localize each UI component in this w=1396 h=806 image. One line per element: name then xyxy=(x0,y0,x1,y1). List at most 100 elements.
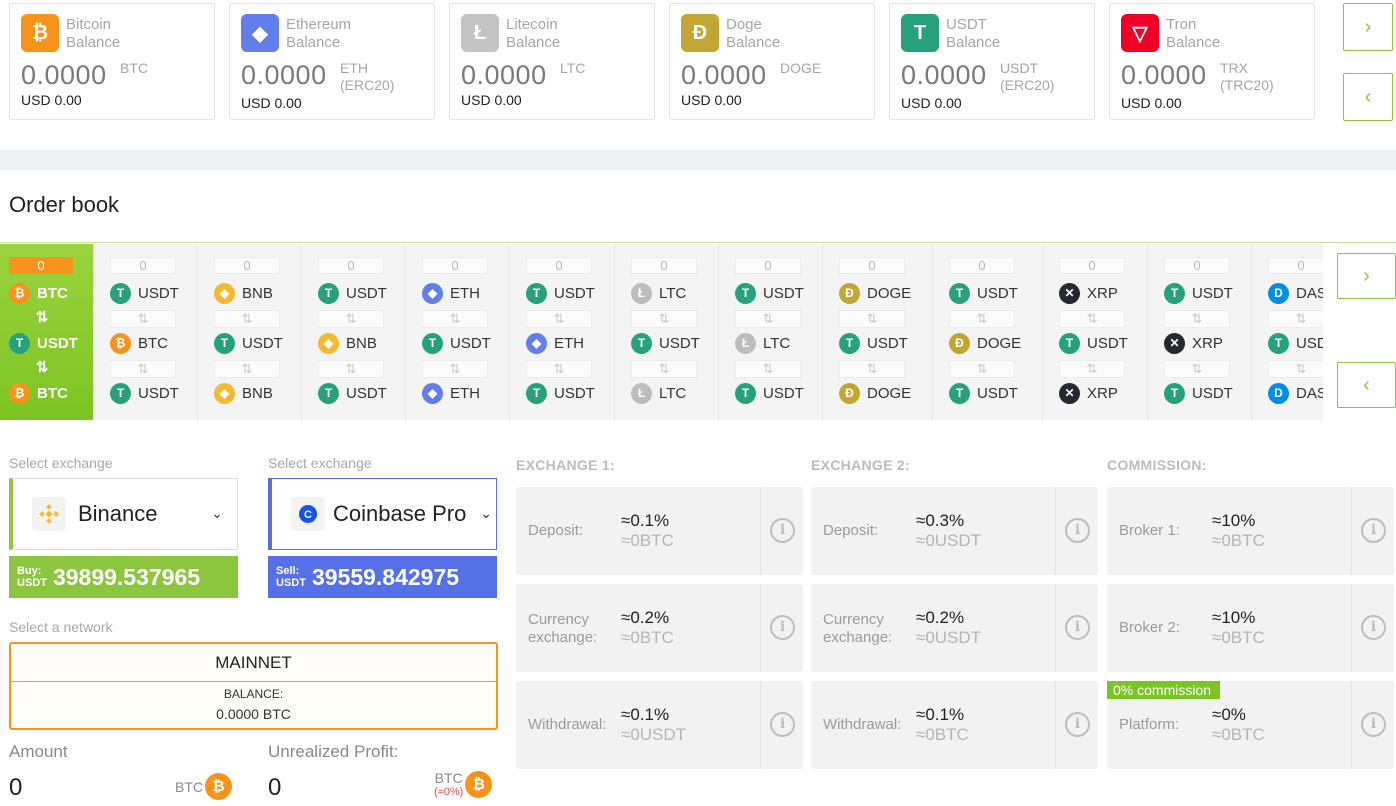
unit-symbol: ETH xyxy=(340,60,368,76)
balance-card-title: Doge Balance xyxy=(726,16,780,52)
pair-coin-top: ₿ BTC xyxy=(9,282,68,304)
coin-symbol: BTC xyxy=(37,284,68,302)
balance-card-doge[interactable]: Ð Doge Balance 0.0000 DOGE USD 0.00 xyxy=(669,3,875,120)
doge-icon: Ð xyxy=(839,382,860,404)
fee-card: Broker 2: ≈10% ≈0BTC i xyxy=(1107,584,1394,672)
orderbook-pair-usdt-ltc[interactable]: 0 T USDT Ł LTC T USDT ⇅ ⇅ xyxy=(718,244,822,420)
fee-amount: ≈0BTC xyxy=(621,628,674,647)
pair-count: 0 xyxy=(631,257,697,274)
fee-card: Currency exchange: ≈0.2% ≈0USDT i xyxy=(811,584,1098,672)
orderbook-pair-eth-usdt[interactable]: 0 ◆ ETH T USDT ◆ ETH ⇅ ⇅ xyxy=(405,244,509,420)
info-icon[interactable]: i xyxy=(1065,615,1090,640)
fee-divider xyxy=(760,681,761,769)
orderbook-pair-usdt-btc[interactable]: 0 T USDT ₿ BTC T USDT ⇅ ⇅ xyxy=(93,244,197,420)
info-icon[interactable]: i xyxy=(770,518,795,543)
balance-card-usdt[interactable]: T USDT Balance 0.0000 USDT (ERC20) USD 0.00 xyxy=(889,3,1095,120)
orderbook-pair-usdt-doge[interactable]: 0 T USDT Ð DOGE T USDT ⇅ ⇅ xyxy=(932,244,1042,420)
bnb-icon: ◈ xyxy=(214,382,235,404)
swap-arrows-icon: ⇅ xyxy=(214,310,280,328)
fee-divider xyxy=(1351,584,1352,672)
coin-name: Litecoin xyxy=(506,16,558,33)
swap-arrows-icon: ⇅ xyxy=(1059,360,1125,378)
orderbook-next-button[interactable]: › xyxy=(1337,253,1396,299)
balances-prev-button[interactable]: ‹ xyxy=(1343,73,1393,121)
usdt-icon: T xyxy=(318,282,339,304)
balance-card-ltc[interactable]: Ł Litecoin Balance 0.0000 LTC USD 0.00 xyxy=(449,3,655,120)
unrealized-profit-value: 0 xyxy=(268,774,282,801)
unit-symbol: TRX xyxy=(1220,60,1248,76)
balance-card-eth[interactable]: ◆ Ethereum Balance 0.0000 ETH (ERC20) USD 0.00 xyxy=(229,3,435,120)
fee-label-line: Deposit: xyxy=(528,522,584,539)
pair-coin-top: T USDT xyxy=(318,282,387,304)
pair-coin-bottom: T USDT xyxy=(735,382,804,404)
amount-input[interactable]: 0 xyxy=(9,774,22,802)
fee-card: 0% commission Platform: ≈0% ≈0BTC i xyxy=(1107,681,1394,769)
coin-symbol: XRP xyxy=(1192,334,1223,352)
balance-usd: USD 0.00 xyxy=(21,92,82,108)
pair-coin-top: T USDT xyxy=(735,282,804,304)
coin-symbol: DOGE xyxy=(867,384,912,402)
orderbook-pair-bnb-usdt[interactable]: 0 ◈ BNB T USDT ◈ BNB ⇅ ⇅ xyxy=(197,244,301,420)
swap-arrows-icon: ⇅ xyxy=(1164,360,1230,378)
swap-arrows-icon: ⇅ xyxy=(1268,310,1323,328)
usdt-icon: T xyxy=(110,282,131,304)
coin-symbol: USDT xyxy=(659,334,700,352)
orderbook-divider xyxy=(0,242,1396,243)
fee-amount: ≈0BTC xyxy=(621,531,674,550)
usdt-icon: T xyxy=(110,382,131,404)
orderbook-prev-button[interactable]: ‹ xyxy=(1337,362,1396,408)
balance-card-trx[interactable]: ▽ Tron Balance 0.0000 TRX (TRC20) USD 0.00 xyxy=(1109,3,1315,120)
usdt-icon: T xyxy=(1059,332,1080,354)
info-icon[interactable]: i xyxy=(1361,712,1386,737)
exchange-1-select[interactable]: Binance ⌄ xyxy=(9,478,238,550)
exchange-2-select[interactable]: C Coinbase Pro ⌄ xyxy=(268,478,497,550)
fee-card: Deposit: ≈0.1% ≈0BTC i xyxy=(516,487,803,575)
fee-percent: ≈10% xyxy=(1212,511,1256,530)
unit-network: (TRC20) xyxy=(1220,77,1274,93)
orderbook-pair-usdt-eth[interactable]: 0 T USDT ◆ ETH T USDT ⇅ ⇅ xyxy=(509,244,614,420)
usdt-icon: T xyxy=(214,332,235,354)
network-select[interactable]: MAINNET BALANCE: 0.0000 BTC xyxy=(9,642,498,730)
sell-price-value: 39559.842975 xyxy=(311,563,460,590)
balance-unit: TRX (TRC20) xyxy=(1220,60,1274,94)
pair-count: 0 xyxy=(949,257,1015,274)
usdt-icon: T xyxy=(735,382,756,404)
fee-card: Withdrawal: ≈0.1% ≈0BTC i xyxy=(811,681,1098,769)
balance-card-title: Tron Balance xyxy=(1166,16,1220,52)
usdt-icon: T xyxy=(735,282,756,304)
info-icon[interactable]: i xyxy=(1361,518,1386,543)
orderbook-pair-usdt-bnb[interactable]: 0 T USDT ◈ BNB T USDT ⇅ ⇅ xyxy=(301,244,405,420)
doge-icon: Ð xyxy=(839,282,860,304)
info-icon[interactable]: i xyxy=(770,615,795,640)
info-icon[interactable]: i xyxy=(1065,518,1090,543)
coin-symbol: ETH xyxy=(450,284,480,302)
pair-coin-bottom: ₿ BTC xyxy=(9,382,68,404)
orderbook-pair-btc-usdt[interactable]: 0 ₿ BTC T USDT ₿ BTC ⇅ ⇅ xyxy=(0,244,93,420)
sell-currency-label: USDT xyxy=(276,577,306,589)
orderbook-pair-doge-usdt[interactable]: 0 Ð DOGE T USDT Ð DOGE ⇅ ⇅ xyxy=(822,244,932,420)
sell-label: Sell: xyxy=(276,565,300,577)
info-icon[interactable]: i xyxy=(770,712,795,737)
usdt-icon: T xyxy=(1164,282,1185,304)
orderbook-pair-dash-usdt[interactable]: 0 D DASH T USDT D DASH ⇅ ⇅ xyxy=(1251,244,1323,420)
orderbook-pair-xrp-usdt[interactable]: 0 ✕ XRP T USDT ✕ XRP ⇅ ⇅ xyxy=(1042,244,1147,420)
zero-commission-badge: 0% commission xyxy=(1107,681,1221,699)
xrp-icon: ✕ xyxy=(1059,282,1080,304)
balance-card-btc[interactable]: ₿ Bitcoin Balance 0.0000 BTC USD 0.00 xyxy=(9,3,215,120)
orderbook-pair-ltc-usdt[interactable]: 0 Ł LTC T USDT Ł LTC ⇅ ⇅ xyxy=(614,244,718,420)
fee-divider xyxy=(760,487,761,575)
coin-symbol: XRP xyxy=(1087,384,1118,402)
swap-arrows-icon: ⇅ xyxy=(526,360,592,378)
coin-symbol: LTC xyxy=(763,334,791,352)
pair-coin-bottom: T USDT xyxy=(110,382,179,404)
profit-percent: (≈0%) xyxy=(434,786,464,798)
balances-next-button[interactable]: › xyxy=(1343,3,1393,51)
info-icon[interactable]: i xyxy=(1065,712,1090,737)
usdt-icon: T xyxy=(9,332,30,354)
unrealized-profit-label: Unrealized Profit: xyxy=(268,742,399,761)
orderbook-pair-usdt-xrp[interactable]: 0 T USDT ✕ XRP T USDT ⇅ ⇅ xyxy=(1147,244,1251,420)
xrp-icon: ✕ xyxy=(1059,382,1080,404)
info-icon[interactable]: i xyxy=(1361,615,1386,640)
coin-symbol: USDT xyxy=(1296,334,1323,352)
usdt-icon: T xyxy=(318,382,339,404)
